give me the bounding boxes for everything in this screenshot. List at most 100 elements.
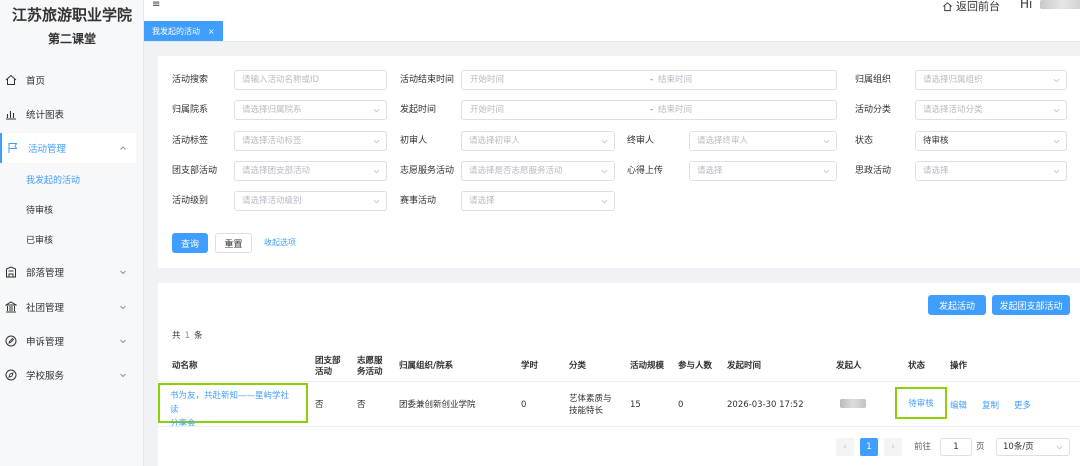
filter-panel: 活动搜索 请输入活动名称或ID 活动结束时间 开始时间 - 结束时间 归属组织 …	[158, 56, 1080, 268]
sidebar-item-label: 活动管理	[28, 144, 67, 155]
level-select-placeholder: 请选择活动级别	[242, 196, 302, 206]
goto-label: 前往	[914, 442, 932, 452]
sidebar-item-home[interactable]: 首页	[0, 65, 136, 95]
col-header-category: 分类	[569, 361, 587, 371]
start-time-end[interactable]: 结束时间	[658, 101, 692, 119]
col-header-status: 状态	[908, 361, 926, 371]
cell-participants: 0	[678, 400, 684, 410]
brand-title: 江苏旅游职业学院	[11, 6, 132, 24]
first-reviewer-label: 初审人	[400, 136, 428, 146]
col-header-operations: 操作	[950, 361, 968, 371]
end-time-start[interactable]: 开始时间	[470, 71, 504, 89]
building-icon	[4, 265, 18, 279]
col-header-volunteer: 志愿服 务活动	[357, 356, 383, 378]
volunteer-activity-placeholder: 请选择是否志愿服务活动	[469, 166, 563, 176]
tab-my-activities[interactable]: 我发起的活动 ×	[144, 21, 223, 41]
cell-league: 否	[315, 400, 324, 410]
college-select-placeholder: 请选择归属院系	[242, 105, 302, 115]
org-select[interactable]: 请选择归属组织	[915, 70, 1067, 90]
first-reviewer-select[interactable]: 请选择初审人	[461, 131, 615, 151]
tab-label: 我发起的活动	[152, 26, 200, 36]
sidebar-item-charts[interactable]: 统计图表	[0, 99, 136, 129]
tag-select-placeholder: 请选择活动标签	[242, 136, 302, 146]
start-time-label: 发起时间	[400, 105, 437, 115]
sidebar-item-club-management[interactable]: 社团管理	[0, 292, 136, 322]
col-header-volunteer-line1: 志愿服	[357, 356, 383, 366]
goto-page-input[interactable]: 1	[940, 438, 972, 456]
total-prefix: 共	[172, 331, 181, 341]
table-header-divider	[158, 381, 1080, 382]
contest-select[interactable]: 请选择	[461, 191, 615, 211]
cell-initiator-redacted	[840, 399, 866, 408]
col-header-participants: 参与人数	[678, 361, 713, 371]
chevron-down-icon	[1053, 169, 1060, 174]
tag-select[interactable]: 请选择活动标签	[234, 131, 387, 151]
back-to-frontend-link[interactable]: 返回前台	[942, 0, 1000, 14]
home-icon	[943, 1, 952, 11]
level-select[interactable]: 请选择活动级别	[234, 191, 387, 211]
chevron-down-icon	[1053, 139, 1060, 144]
prev-page-button[interactable]: ‹	[836, 438, 854, 456]
ideology-activity-label: 思政活动	[855, 166, 892, 176]
cell-volunteer: 否	[357, 400, 366, 410]
sidebar-item-activity-management[interactable]: 活动管理	[0, 133, 136, 163]
bar-chart-icon	[4, 107, 18, 121]
sidebar-subitem-pending[interactable]: 待审核	[26, 204, 53, 218]
menu-toggle-icon[interactable]: ≡	[152, 0, 160, 10]
chevron-down-icon	[373, 199, 380, 204]
page-size-select[interactable]: 10条/页	[996, 438, 1070, 456]
sidebar-subitem-reviewed[interactable]: 已审核	[26, 234, 53, 248]
start-time-start[interactable]: 开始时间	[470, 101, 504, 119]
launch-league-activity-button[interactable]: 发起团支部活动	[992, 295, 1070, 315]
copy-link[interactable]: 复制	[982, 399, 999, 411]
chevron-down-icon	[823, 139, 830, 144]
reflection-upload-select[interactable]: 请选择	[689, 161, 837, 181]
college-select[interactable]: 请选择归属院系	[234, 100, 387, 120]
col-header-league-line1: 团支部	[315, 356, 341, 366]
volunteer-activity-select[interactable]: 请选择是否志愿服务活动	[461, 161, 615, 181]
final-reviewer-select[interactable]: 请选择终审人	[689, 131, 837, 151]
league-activity-select[interactable]: 请选择团支部活动	[234, 161, 387, 181]
user-greeting[interactable]: Hi	[1020, 0, 1032, 11]
activity-search-input[interactable]: 请输入活动名称或ID	[234, 70, 387, 90]
status-select[interactable]: 待审核	[915, 131, 1067, 151]
activity-name-link[interactable]: 书为友，共赴新知——星屿学社读 分享会	[158, 383, 308, 429]
home-icon	[4, 73, 18, 87]
launch-activity-button[interactable]: 发起活动	[928, 295, 986, 315]
collapse-options-link[interactable]: 收起选项	[264, 233, 296, 253]
cell-status-link[interactable]: 待审核	[895, 387, 947, 419]
cell-category: 艺体素质与 技能特长	[569, 393, 612, 417]
league-activity-placeholder: 请选择团支部活动	[242, 166, 311, 176]
col-header-scale: 活动规模	[630, 361, 665, 371]
page-size-value: 10条/页	[1003, 442, 1034, 452]
query-button[interactable]: 查询	[172, 233, 208, 253]
category-label: 活动分类	[855, 105, 892, 115]
total-number: 1	[184, 331, 190, 341]
reset-button[interactable]: 重置	[215, 233, 252, 253]
sidebar-item-tribe-management[interactable]: 部落管理	[0, 257, 136, 287]
chevron-down-icon	[120, 373, 126, 378]
final-reviewer-placeholder: 请选择终审人	[697, 136, 749, 146]
cell-scale: 15	[630, 400, 641, 410]
tab-close-icon[interactable]: ×	[208, 27, 215, 36]
category-select[interactable]: 请选择活动分类	[915, 100, 1067, 120]
top-bar: ≡ 返回前台 Hi	[144, 0, 1080, 18]
cell-org: 团委兼创新创业学院	[399, 400, 476, 410]
sidebar-item-appeal-management[interactable]: 申诉管理	[0, 326, 136, 356]
range-separator: -	[650, 75, 654, 85]
contest-select-placeholder: 请选择	[469, 196, 495, 206]
page-1-button[interactable]: 1	[860, 438, 878, 456]
end-time-end[interactable]: 结束时间	[658, 71, 692, 89]
start-time-range-picker[interactable]: 开始时间 - 结束时间	[461, 100, 837, 120]
back-to-frontend-label: 返回前台	[956, 0, 1000, 13]
tab-bar: 我发起的活动 ×	[144, 18, 1080, 42]
tag-label: 活动标签	[172, 136, 209, 146]
edit-link[interactable]: 编辑	[950, 399, 967, 411]
sidebar-item-school-services[interactable]: 学校服务	[0, 360, 136, 390]
sidebar-item-label: 统计图表	[26, 110, 65, 121]
end-time-range-picker[interactable]: 开始时间 - 结束时间	[461, 70, 837, 90]
sidebar-subitem-my-activities[interactable]: 我发起的活动	[26, 174, 80, 188]
next-page-button[interactable]: ›	[884, 438, 902, 456]
more-link[interactable]: 更多	[1014, 399, 1031, 411]
ideology-activity-select[interactable]: 请选择	[915, 161, 1067, 181]
